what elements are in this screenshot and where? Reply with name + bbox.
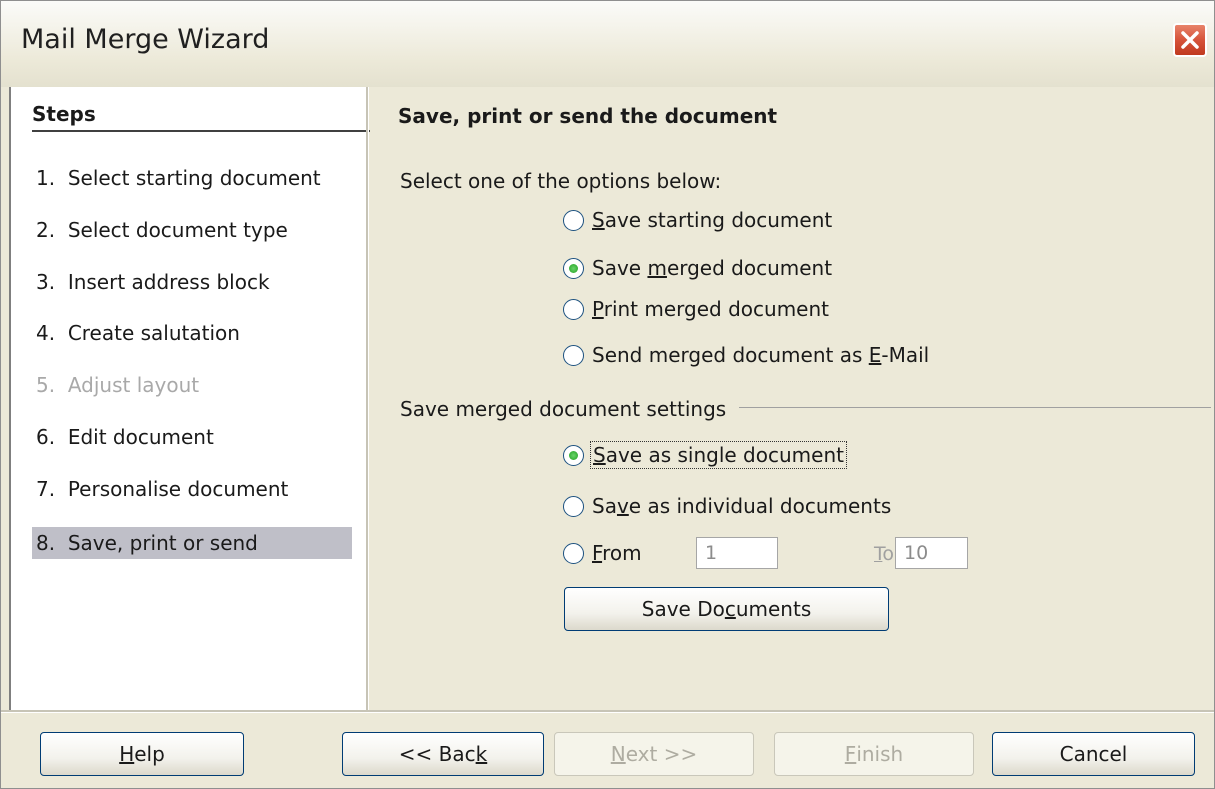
mail-merge-wizard-window: Mail Merge Wizard Steps 1. Select starti… bbox=[0, 0, 1215, 789]
option-save-as-single-document[interactable]: Save as single document bbox=[563, 440, 847, 470]
step-2-select-document-type[interactable]: 2. Select document type bbox=[32, 214, 352, 246]
content-panel: Save, print or send the document Select … bbox=[370, 87, 1214, 710]
options-label: Select one of the options below: bbox=[400, 169, 722, 193]
steps-heading: Steps bbox=[32, 102, 371, 132]
save-documents-button[interactable]: Save Do c uments bbox=[564, 587, 889, 631]
radio-button-selected[interactable] bbox=[563, 257, 584, 279]
option-save-starting-document[interactable]: Save starting document bbox=[563, 205, 832, 235]
page-title: Save, print or send the document bbox=[398, 104, 778, 128]
back-button[interactable]: << Bac k bbox=[342, 732, 544, 776]
option-label: Save as single document bbox=[590, 441, 847, 469]
step-6-edit-document[interactable]: 6. Edit document bbox=[32, 421, 352, 453]
option-from[interactable]: From bbox=[563, 538, 642, 568]
radio-button[interactable] bbox=[563, 495, 584, 517]
window-title: Mail Merge Wizard bbox=[21, 24, 270, 55]
radio-button[interactable] bbox=[563, 542, 584, 564]
option-label: Save merged document bbox=[592, 256, 833, 280]
wizard-body: Steps 1. Select starting document 2. Sel… bbox=[1, 87, 1214, 710]
step-1-select-starting-document[interactable]: 1. Select starting document bbox=[32, 162, 352, 194]
radio-button[interactable] bbox=[563, 344, 584, 366]
radio-button[interactable] bbox=[563, 298, 584, 320]
option-label: From bbox=[592, 541, 642, 565]
step-3-insert-address-block[interactable]: 3. Insert address block bbox=[32, 266, 352, 298]
finish-button: Finish bbox=[774, 732, 974, 776]
from-input[interactable]: 1 bbox=[696, 537, 778, 569]
close-button[interactable] bbox=[1173, 23, 1207, 57]
steps-panel: Steps 1. Select starting document 2. Sel… bbox=[9, 87, 371, 710]
step-5-adjust-layout: 5. Adjust layout bbox=[36, 373, 200, 397]
option-label: Print merged document bbox=[592, 297, 829, 321]
step-8-save-print-or-send[interactable]: 8. Save, print or send bbox=[32, 527, 352, 559]
option-label: Send merged document as E-Mail bbox=[592, 343, 930, 367]
option-print-merged-document[interactable]: Print merged document bbox=[563, 294, 829, 324]
cancel-button[interactable]: Cancel bbox=[992, 732, 1195, 776]
step-7-personalise-document[interactable]: 7. Personalise document bbox=[32, 473, 352, 505]
step-4-create-salutation[interactable]: 4. Create salutation bbox=[32, 317, 352, 349]
settings-group-label: Save merged document settings bbox=[400, 397, 727, 421]
to-label: To bbox=[874, 543, 895, 565]
option-send-as-email[interactable]: Send merged document as E-Mail bbox=[563, 340, 929, 370]
option-save-as-individual-documents[interactable]: Save as individual documents bbox=[563, 491, 891, 521]
radio-button[interactable] bbox=[563, 209, 584, 231]
settings-group-line bbox=[739, 407, 1211, 408]
panel-divider bbox=[366, 87, 369, 710]
to-input[interactable]: 10 bbox=[895, 537, 968, 569]
radio-button-selected[interactable] bbox=[563, 444, 584, 466]
next-button: Next >> bbox=[554, 732, 754, 776]
close-icon bbox=[1181, 31, 1199, 49]
option-save-merged-document[interactable]: Save merged document bbox=[563, 253, 832, 283]
title-bar: Mail Merge Wizard bbox=[1, 1, 1214, 87]
footer-separator bbox=[1, 710, 1214, 713]
option-label: Save as individual documents bbox=[592, 494, 892, 518]
option-label: Save starting document bbox=[592, 208, 833, 232]
help-button[interactable]: Help bbox=[40, 732, 244, 776]
